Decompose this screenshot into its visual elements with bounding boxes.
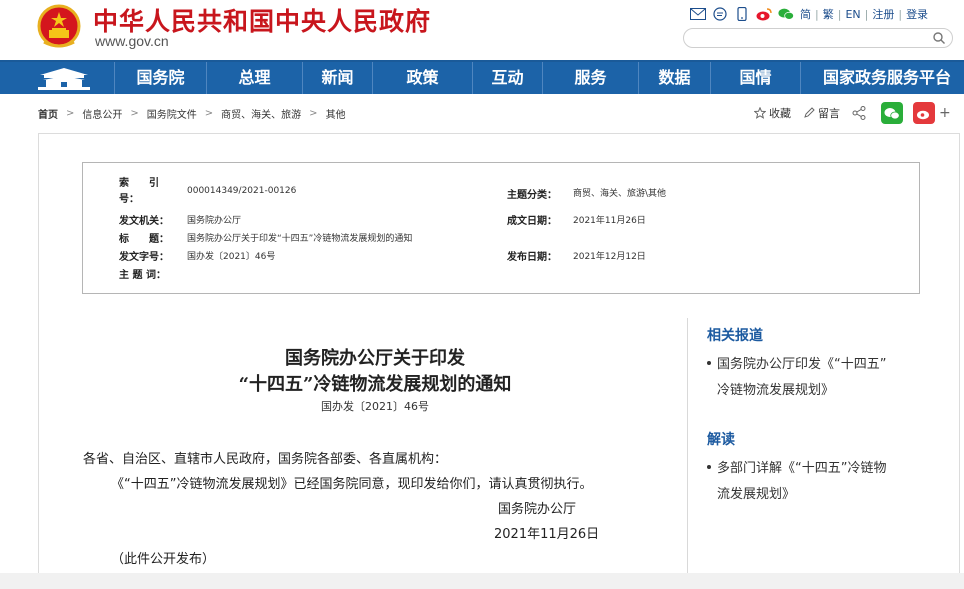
document-title-line1: 国务院办公厅关于印发 xyxy=(285,348,465,369)
wechat-icon xyxy=(884,107,900,119)
issuer-label: 发文机关： xyxy=(119,216,169,227)
search-box xyxy=(683,28,953,50)
bullet xyxy=(707,464,711,469)
more-share-icon[interactable]: + xyxy=(939,105,951,121)
separator: | xyxy=(864,7,869,21)
weibo-share-button[interactable] xyxy=(913,102,935,124)
weibo-icon xyxy=(917,110,929,119)
category-label: 主题分类： xyxy=(507,190,557,201)
related-report-link[interactable]: 国务院办公厅印发《“十四五” 冷链物流发展规划》 xyxy=(707,352,927,404)
main-nav: 国务院 总理 新闻 政策 互动 服务 数据 国情 国家政务服务平台 xyxy=(0,60,964,94)
login-link[interactable]: 登录 xyxy=(906,6,928,22)
document-note: （此件公开发布） xyxy=(111,552,216,567)
interpretation-heading: 解读 xyxy=(707,432,735,448)
category-value: 商贸、海关、旅游\其他 xyxy=(573,189,667,199)
created-value: 2021年11月26日 xyxy=(573,216,646,226)
column-divider xyxy=(687,318,688,573)
docno-label: 发文字号： xyxy=(119,252,169,263)
pencil-icon xyxy=(804,107,815,118)
nav-news[interactable]: 新闻 xyxy=(302,62,372,94)
document-body: 《“十四五”冷链物流发展规划》已经国务院同意，现印发给你们，请认真贯彻执行。 xyxy=(111,477,593,492)
separator: | xyxy=(898,7,903,21)
issuer-value: 国务院办公厅 xyxy=(187,216,242,226)
article-tools: 收藏 留言 + xyxy=(754,102,951,124)
bullet xyxy=(707,360,711,365)
comment-label: 留言 xyxy=(818,107,840,120)
separator: > xyxy=(309,107,318,119)
national-emblem-icon[interactable] xyxy=(36,4,82,50)
separator: > xyxy=(130,107,139,119)
title-label: 标 题： xyxy=(119,234,169,245)
index-label: 索 引 号： xyxy=(119,178,179,205)
nav-interaction[interactable]: 互动 xyxy=(472,62,542,94)
index-value: 000014349/2021-00126 xyxy=(187,186,297,196)
document-date: 2021年11月26日 xyxy=(494,527,600,542)
mail-icon[interactable] xyxy=(690,7,706,21)
nav-data[interactable]: 数据 xyxy=(638,62,710,94)
keywords-label: 主 题 词： xyxy=(119,270,166,281)
interpretation-text-line2[interactable]: 流发展规划》 xyxy=(707,482,927,508)
wechat-share-button[interactable] xyxy=(881,102,903,124)
published-value: 2021年12月12日 xyxy=(573,252,646,262)
interpretation-text-line1[interactable]: 多部门详解《“十四五”冷链物 xyxy=(717,461,886,476)
published-label: 发布日期： xyxy=(507,252,557,263)
nav-service-platform[interactable]: 国家政务服务平台 xyxy=(800,62,964,94)
top-links: 简 | 繁 | EN | 注册 | 登录 xyxy=(690,5,928,23)
breadcrumb: 首页 > 信息公开 > 国务院文件 > 商贸、海关、旅游 > 其他 xyxy=(38,105,346,121)
weibo-icon[interactable] xyxy=(756,7,772,21)
message-icon[interactable] xyxy=(712,7,728,21)
nav-national-info[interactable]: 国情 xyxy=(710,62,800,94)
breadcrumb-trade[interactable]: 商贸、海关、旅游 xyxy=(221,106,301,121)
document-metadata-table: 索 引 号： 000014349/2021-00126 主题分类： 商贸、海关、… xyxy=(82,162,920,294)
nav-service[interactable]: 服务 xyxy=(542,62,638,94)
favorite-label: 收藏 xyxy=(769,107,791,120)
interpretation-link[interactable]: 多部门详解《“十四五”冷链物 流发展规划》 xyxy=(707,456,927,508)
separator: | xyxy=(815,7,819,21)
site-header: 中华人民共和国中央人民政府 www.gov.cn 简 | 繁 | EN | 注册… xyxy=(0,0,964,60)
breadcrumb-other[interactable]: 其他 xyxy=(326,106,346,121)
document-signature: 国务院办公厅 xyxy=(498,502,577,517)
document-number: 国办发〔2021〕46号 xyxy=(321,400,429,413)
nav-premier[interactable]: 总理 xyxy=(206,62,302,94)
breadcrumb-state-council-docs[interactable]: 国务院文件 xyxy=(147,106,197,121)
search-icon[interactable] xyxy=(932,31,946,45)
related-reports-heading: 相关报道 xyxy=(707,328,763,344)
tiananmen-icon[interactable] xyxy=(34,65,94,91)
docno-value: 国办发〔2021〕46号 xyxy=(187,252,276,262)
lang-traditional-link[interactable]: 繁 xyxy=(823,6,834,22)
document-salutation: 各省、自治区、直辖市人民政府，国务院各部委、各直属机构： xyxy=(83,452,448,467)
page-bottom-strip xyxy=(0,573,964,589)
mobile-icon[interactable] xyxy=(734,7,750,21)
separator: > xyxy=(66,107,75,119)
separator: | xyxy=(837,7,842,21)
title-value: 国务院办公厅关于印发“十四五”冷链物流发展规划的通知 xyxy=(187,234,413,244)
document-title-line2: “十四五”冷链物流发展规划的通知 xyxy=(238,374,512,395)
share-icon xyxy=(852,106,866,120)
breadcrumb-home[interactable]: 首页 xyxy=(38,106,58,121)
wechat-icon[interactable] xyxy=(778,7,794,21)
share-button[interactable] xyxy=(852,106,869,120)
separator: > xyxy=(204,107,214,119)
comment-button[interactable]: 留言 xyxy=(803,105,840,121)
search-input[interactable] xyxy=(694,32,934,50)
related-report-text-line1[interactable]: 国务院办公厅印发《“十四五” xyxy=(717,357,886,372)
related-report-text-line2[interactable]: 冷链物流发展规划》 xyxy=(707,378,927,404)
lang-english-link[interactable]: EN xyxy=(845,8,860,21)
star-icon xyxy=(754,107,766,119)
favorite-button[interactable]: 收藏 xyxy=(754,105,791,121)
nav-policy[interactable]: 政策 xyxy=(372,62,472,94)
register-link[interactable]: 注册 xyxy=(872,6,894,22)
breadcrumb-info-public[interactable]: 信息公开 xyxy=(82,106,122,121)
created-label: 成文日期： xyxy=(507,216,557,227)
nav-state-council[interactable]: 国务院 xyxy=(114,62,206,94)
lang-simplified-link[interactable]: 简 xyxy=(800,6,811,22)
site-url[interactable]: www.gov.cn xyxy=(95,33,169,49)
